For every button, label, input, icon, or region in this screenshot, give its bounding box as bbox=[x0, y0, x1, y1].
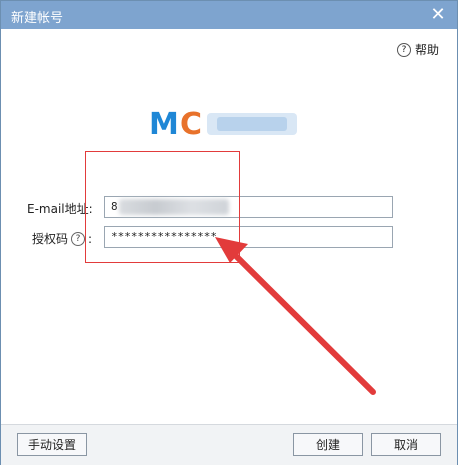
mail-logo: M C bbox=[149, 107, 297, 139]
logo-c-letter: C bbox=[180, 107, 202, 139]
dialog-footer: 手动设置 创建 取消 bbox=[1, 424, 457, 465]
help-icon: ? bbox=[396, 42, 411, 57]
help-label: 帮助 bbox=[414, 43, 439, 57]
help-link[interactable]: ? 帮助 bbox=[396, 41, 439, 58]
logo-text: M bbox=[149, 107, 179, 139]
create-button[interactable]: 创建 bbox=[293, 433, 363, 456]
logo-blur-mask-2 bbox=[217, 117, 287, 131]
close-icon[interactable]: ✕ bbox=[427, 4, 449, 26]
auth-help-icon[interactable]: ? bbox=[71, 231, 86, 246]
manual-setup-button[interactable]: 手动设置 bbox=[17, 433, 87, 456]
title-bar: 新建帐号 ✕ bbox=[1, 1, 457, 29]
auth-code-label-group: 授权码 ? : bbox=[32, 230, 92, 247]
auth-code-label: 授权码 bbox=[32, 232, 69, 246]
dialog-title: 新建帐号 bbox=[11, 11, 64, 26]
new-account-dialog: 新建帐号 ✕ ? 帮助 M C E-mail地址: 8 授权码 ? : ****… bbox=[0, 0, 458, 465]
cancel-button[interactable]: 取消 bbox=[371, 433, 441, 456]
email-label: E-mail地址: bbox=[27, 202, 93, 216]
highlight-box bbox=[85, 151, 240, 263]
